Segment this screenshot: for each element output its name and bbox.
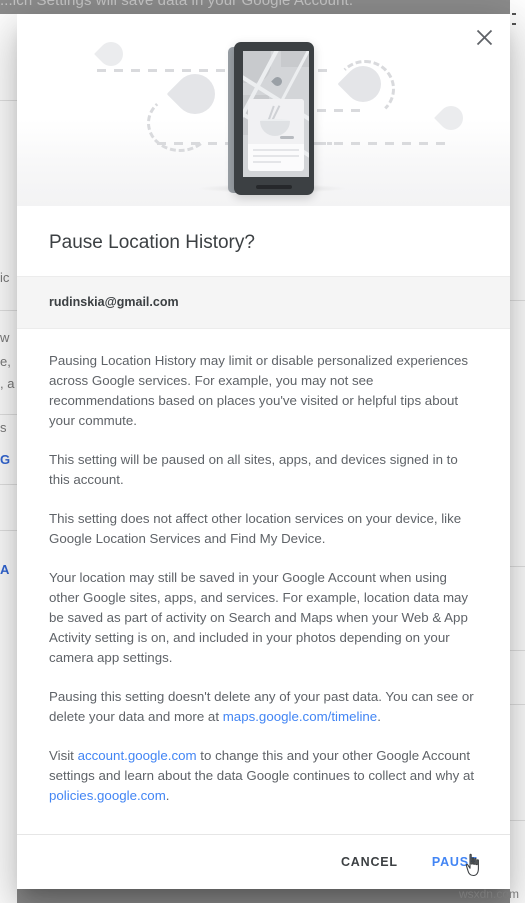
dialog-body: Pausing Location History may limit or di… (17, 329, 510, 816)
bg-fragment: , a (0, 376, 15, 391)
account-email: rudinskia@gmail.com (17, 276, 510, 329)
watermark: wsxdn.com (458, 887, 519, 901)
phone-home-bar (256, 185, 292, 189)
phone-illustration (234, 42, 314, 195)
pause-button[interactable]: PAUSE (418, 846, 492, 878)
bg-fragment-link[interactable]: G (0, 452, 10, 467)
phone-screen (243, 51, 309, 177)
place-card (248, 99, 304, 171)
cancel-button[interactable]: CANCEL (327, 846, 412, 878)
paragraph-text: Visit (49, 748, 78, 763)
bg-fragment: s (0, 420, 7, 435)
map-pin-icon (434, 101, 468, 135)
policies-google-link[interactable]: policies.google.com (49, 788, 166, 803)
account-google-link[interactable]: account.google.com (78, 748, 197, 763)
bg-fragment-link[interactable]: A (0, 562, 9, 577)
bg-fragment: e, (0, 354, 11, 369)
paragraph-text: . (165, 788, 170, 803)
route-dash-line (317, 142, 452, 145)
body-paragraph: Pausing this setting doesn't delete any … (49, 687, 478, 727)
maps-timeline-link[interactable]: maps.google.com/timeline (223, 709, 377, 724)
close-icon[interactable] (466, 19, 502, 55)
map-pin-icon (94, 37, 128, 71)
bg-fragment: w (0, 330, 10, 345)
paragraph-text: . (377, 709, 381, 724)
dialog-footer: CANCEL PAUSE (17, 834, 510, 889)
background-right-edge (510, 0, 525, 903)
body-paragraph: Visit account.google.com to change this … (49, 746, 478, 806)
body-paragraph: Pausing Location History may limit or di… (49, 353, 469, 428)
dialog-illustration (17, 14, 510, 206)
food-photo (248, 99, 304, 144)
body-paragraph: This setting does not affect other locat… (49, 511, 462, 546)
body-paragraph: Your location may still be saved in your… (49, 570, 469, 665)
background-left-edge: ic w e, , a s G A (0, 14, 17, 903)
pause-location-history-dialog: Pause Location History? rudinskia@gmail.… (17, 14, 510, 889)
bg-fragment: ic (0, 270, 10, 285)
background-page-text: ...ich Settings will save data in your G… (0, 0, 354, 9)
body-paragraph: This setting will be paused on all sites… (49, 452, 458, 487)
dialog-title: Pause Location History? (17, 206, 510, 276)
